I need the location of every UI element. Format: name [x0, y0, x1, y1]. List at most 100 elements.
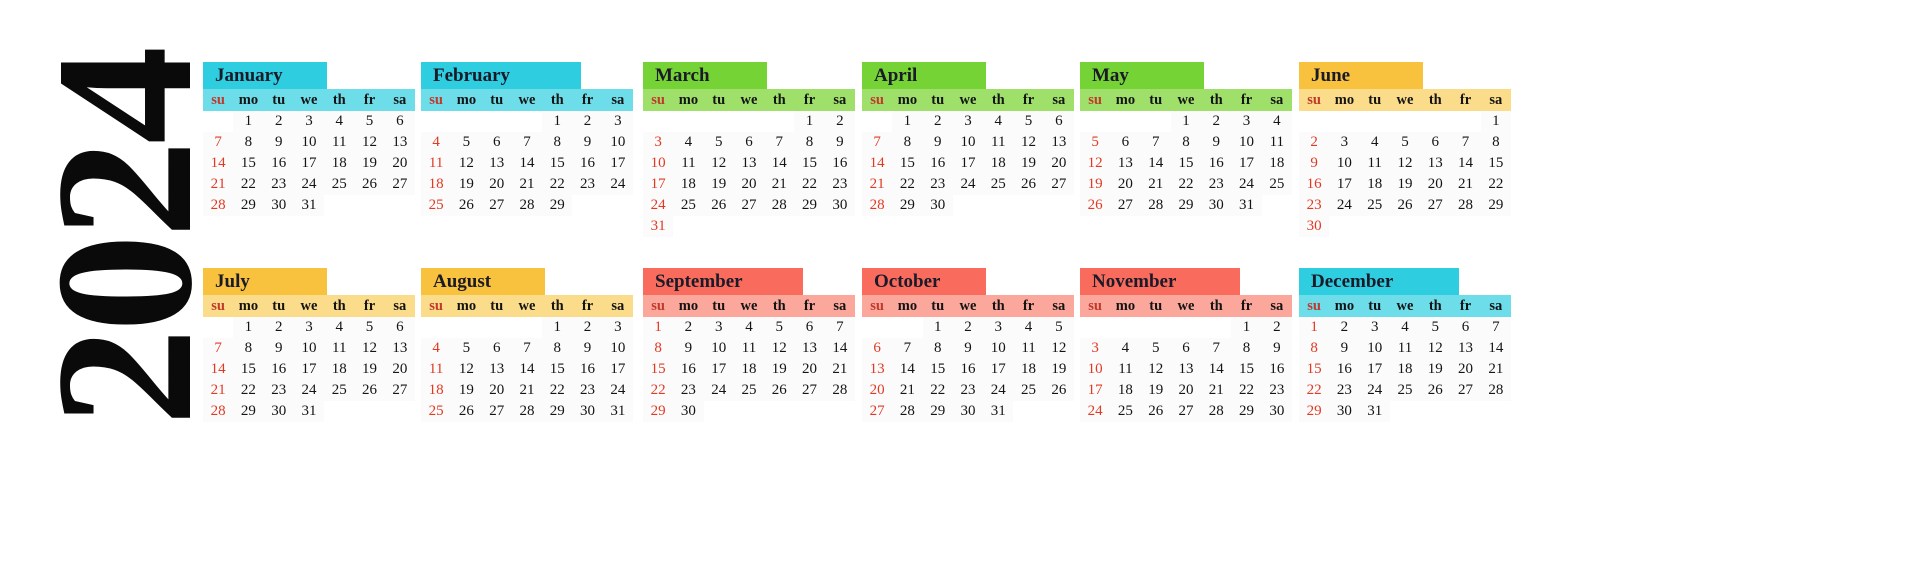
day-cell[interactable]: 7	[824, 317, 855, 338]
day-cell[interactable]: 19	[354, 359, 385, 380]
day-cell[interactable]: 2	[1329, 317, 1360, 338]
day-cell[interactable]: 22	[1231, 380, 1262, 401]
day-cell[interactable]: 15	[542, 359, 573, 380]
day-cell[interactable]: 25	[1389, 380, 1421, 401]
day-cell[interactable]: 5	[703, 132, 734, 153]
day-cell[interactable]: 16	[952, 359, 984, 380]
day-cell[interactable]: 12	[1140, 359, 1171, 380]
day-cell[interactable]: 21	[1201, 380, 1232, 401]
day-cell[interactable]: 29	[892, 195, 923, 216]
day-cell[interactable]: 13	[481, 153, 512, 174]
day-cell[interactable]: 16	[922, 153, 953, 174]
day-cell[interactable]: 10	[983, 338, 1014, 359]
day-cell[interactable]: 30	[1299, 216, 1330, 237]
day-cell[interactable]: 19	[451, 174, 482, 195]
day-cell[interactable]: 9	[1329, 338, 1360, 359]
day-cell[interactable]: 29	[542, 195, 573, 216]
day-cell[interactable]: 6	[733, 132, 765, 153]
day-cell[interactable]: 13	[1170, 359, 1202, 380]
day-cell[interactable]: 21	[203, 380, 234, 401]
day-cell[interactable]: 8	[1299, 338, 1330, 359]
day-cell[interactable]: 9	[263, 338, 294, 359]
day-cell[interactable]: 14	[1480, 338, 1511, 359]
day-cell[interactable]: 26	[354, 380, 385, 401]
day-cell[interactable]: 4	[673, 132, 704, 153]
day-cell[interactable]: 31	[643, 216, 674, 237]
day-cell[interactable]: 11	[324, 338, 355, 359]
day-cell[interactable]: 8	[1231, 338, 1262, 359]
day-cell[interactable]: 25	[421, 195, 452, 216]
day-cell[interactable]: 28	[203, 195, 234, 216]
day-cell[interactable]: 9	[1299, 153, 1330, 174]
day-cell[interactable]: 18	[421, 380, 452, 401]
day-cell[interactable]: 30	[572, 401, 603, 422]
day-cell[interactable]: 21	[511, 174, 543, 195]
day-cell[interactable]: 3	[293, 317, 325, 338]
day-cell[interactable]: 26	[1080, 195, 1111, 216]
day-cell[interactable]: 24	[1231, 174, 1262, 195]
day-cell[interactable]: 13	[794, 338, 825, 359]
day-cell[interactable]: 25	[421, 401, 452, 422]
day-cell[interactable]: 22	[233, 380, 264, 401]
day-cell[interactable]: 6	[1110, 132, 1141, 153]
day-cell[interactable]: 2	[952, 317, 984, 338]
day-cell[interactable]: 6	[1170, 338, 1202, 359]
day-cell[interactable]: 5	[451, 338, 482, 359]
day-cell[interactable]: 7	[1140, 132, 1171, 153]
day-cell[interactable]: 31	[983, 401, 1014, 422]
day-cell[interactable]: 18	[983, 153, 1014, 174]
day-cell[interactable]: 14	[824, 338, 855, 359]
day-cell[interactable]: 17	[293, 359, 325, 380]
day-cell[interactable]: 27	[1420, 195, 1451, 216]
day-cell[interactable]: 11	[1013, 338, 1044, 359]
day-cell[interactable]: 13	[1110, 153, 1141, 174]
day-cell[interactable]: 28	[511, 195, 543, 216]
day-cell[interactable]: 14	[511, 153, 543, 174]
day-cell[interactable]: 4	[1110, 338, 1141, 359]
day-cell[interactable]: 12	[451, 359, 482, 380]
day-cell[interactable]: 1	[233, 111, 264, 132]
day-cell[interactable]: 14	[511, 359, 543, 380]
day-cell[interactable]: 27	[384, 380, 415, 401]
day-cell[interactable]: 5	[1080, 132, 1111, 153]
day-cell[interactable]: 14	[892, 359, 923, 380]
day-cell[interactable]: 15	[233, 153, 264, 174]
day-cell[interactable]: 17	[1329, 174, 1360, 195]
day-cell[interactable]: 4	[421, 132, 452, 153]
day-cell[interactable]: 9	[1261, 338, 1292, 359]
day-cell[interactable]: 3	[952, 111, 984, 132]
day-cell[interactable]: 15	[542, 153, 573, 174]
day-cell[interactable]: 17	[602, 359, 633, 380]
day-cell[interactable]: 9	[824, 132, 855, 153]
day-cell[interactable]: 13	[862, 359, 893, 380]
day-cell[interactable]: 18	[421, 174, 452, 195]
day-cell[interactable]: 15	[643, 359, 674, 380]
day-cell[interactable]: 11	[1359, 153, 1390, 174]
day-cell[interactable]: 7	[203, 338, 234, 359]
day-cell[interactable]: 15	[233, 359, 264, 380]
day-cell[interactable]: 23	[572, 380, 603, 401]
day-cell[interactable]: 11	[673, 153, 704, 174]
day-cell[interactable]: 30	[673, 401, 704, 422]
day-cell[interactable]: 2	[263, 317, 294, 338]
day-cell[interactable]: 22	[1170, 174, 1202, 195]
day-cell[interactable]: 4	[1389, 317, 1421, 338]
day-cell[interactable]: 4	[1013, 317, 1044, 338]
day-cell[interactable]: 30	[824, 195, 855, 216]
day-cell[interactable]: 26	[1013, 174, 1044, 195]
day-cell[interactable]: 6	[1450, 317, 1481, 338]
day-cell[interactable]: 12	[764, 338, 795, 359]
day-cell[interactable]: 21	[764, 174, 795, 195]
day-cell[interactable]: 23	[572, 174, 603, 195]
day-cell[interactable]: 11	[421, 153, 452, 174]
day-cell[interactable]: 24	[1080, 401, 1111, 422]
day-cell[interactable]: 2	[922, 111, 953, 132]
day-cell[interactable]: 30	[263, 195, 294, 216]
day-cell[interactable]: 11	[983, 132, 1014, 153]
day-cell[interactable]: 15	[1231, 359, 1262, 380]
day-cell[interactable]: 15	[922, 359, 953, 380]
day-cell[interactable]: 17	[643, 174, 674, 195]
day-cell[interactable]: 13	[1450, 338, 1481, 359]
day-cell[interactable]: 20	[384, 153, 415, 174]
day-cell[interactable]: 27	[1450, 380, 1481, 401]
